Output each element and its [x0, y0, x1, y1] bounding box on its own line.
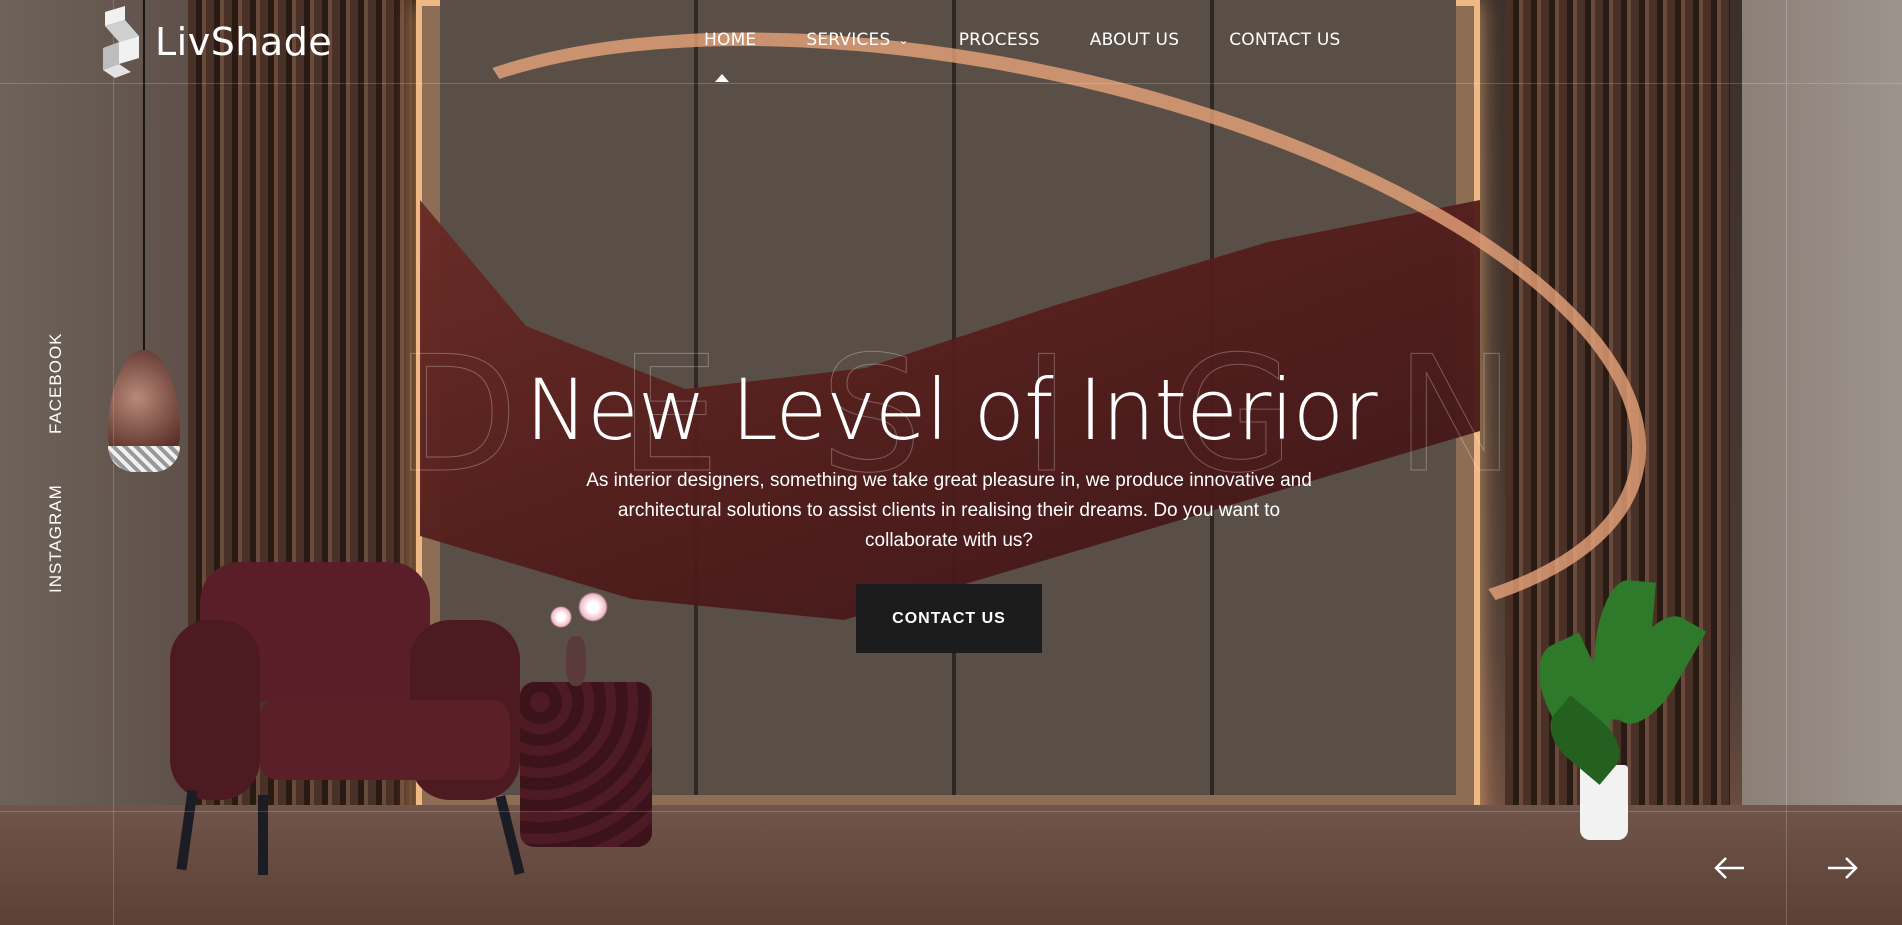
flower: [578, 592, 608, 622]
armchair-leg: [258, 795, 268, 875]
armchair-arm-left: [170, 620, 260, 800]
main-nav: HOME SERVICES ⌄ PROCESS ABOUT US CONTACT …: [704, 30, 1390, 50]
hero-title: New Level of Interior: [525, 361, 1377, 459]
nav-item-process[interactable]: PROCESS: [959, 30, 1040, 50]
contact-us-button[interactable]: CONTACT US: [856, 584, 1042, 653]
grid-line-right: [1786, 0, 1787, 925]
arrow-right-icon[interactable]: [1820, 846, 1864, 890]
chevron-down-icon: ⌄: [898, 33, 909, 47]
flower-vase: [566, 636, 586, 686]
grid-line-left: [113, 0, 114, 925]
nav-item-services-label: SERVICES: [806, 30, 891, 50]
logo-mark-icon: [103, 5, 139, 78]
active-nav-indicator: [715, 74, 729, 82]
hero-description: As interior designers, something we take…: [586, 470, 1312, 551]
nav-item-about-us[interactable]: ABOUT US: [1090, 30, 1179, 50]
nav-item-services[interactable]: SERVICES ⌄: [806, 30, 908, 50]
brand-logo[interactable]: LivShade: [95, 4, 332, 79]
armchair-seat: [260, 700, 510, 780]
grid-line-top: [0, 83, 1902, 84]
flower: [550, 606, 572, 628]
arrow-left-icon[interactable]: [1708, 846, 1752, 890]
brand-name: LivShade: [155, 19, 333, 64]
hero-section: LivShade HOME SERVICES ⌄ PROCESS ABOUT US…: [0, 0, 1902, 925]
tufted-side-table: [520, 682, 652, 847]
nav-item-home[interactable]: HOME: [704, 30, 756, 50]
nav-item-contact-us[interactable]: CONTACT US: [1229, 30, 1340, 50]
social-link-instagram[interactable]: INSTAGRAM: [46, 484, 66, 593]
grid-line-bottom: [0, 811, 1902, 812]
